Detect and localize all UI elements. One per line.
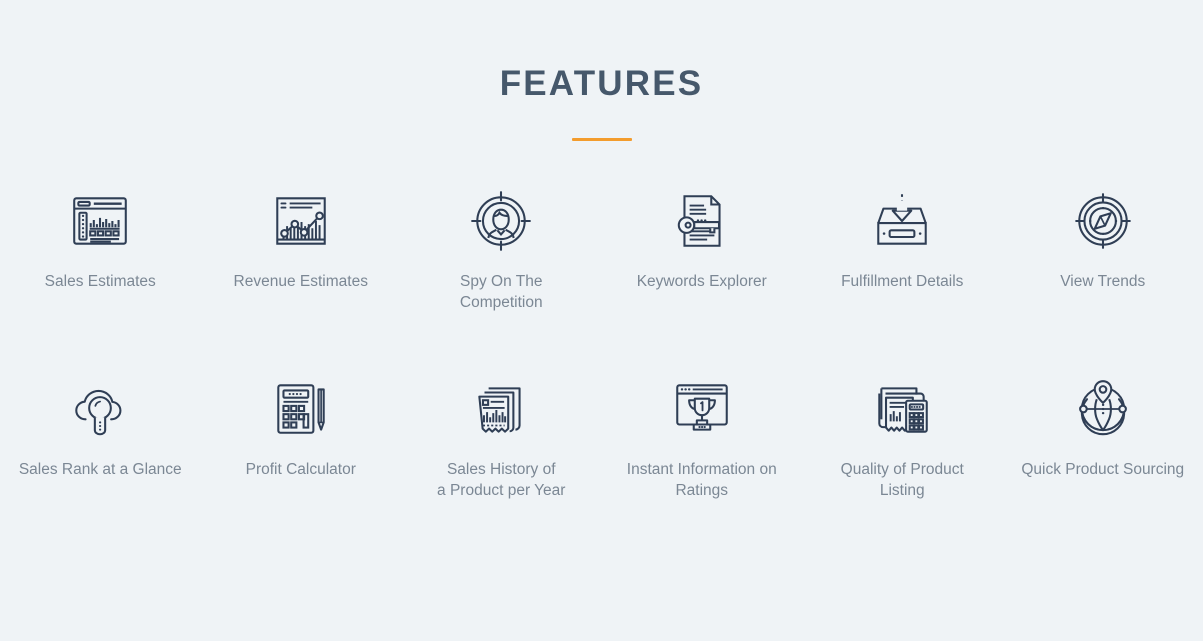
feature-label: Instant Information on Ratings bbox=[626, 461, 777, 499]
feature-item-spy-on-the-competition[interactable]: Spy On The Competition bbox=[401, 185, 602, 313]
feature-item-view-trends[interactable]: View Trends bbox=[1003, 185, 1203, 313]
feature-label: Sales Estimates bbox=[44, 273, 156, 290]
feature-item-sales-history[interactable]: Sales History of a Product per Year bbox=[401, 373, 602, 501]
page-title: FEATURES bbox=[499, 64, 704, 103]
documents-calculator-icon bbox=[869, 373, 935, 445]
person-target-icon bbox=[468, 185, 534, 257]
globe-pin-icon bbox=[1070, 373, 1136, 445]
section-header: FEATURES bbox=[0, 62, 1203, 141]
inbox-arrow-down-icon bbox=[869, 185, 935, 257]
feature-label: Revenue Estimates bbox=[233, 273, 368, 290]
feature-item-sales-estimates[interactable]: Sales Estimates bbox=[0, 185, 201, 313]
feature-item-quality-of-product-listing[interactable]: Quality of Product Listing bbox=[802, 373, 1003, 501]
line-chart-frame-icon bbox=[268, 185, 334, 257]
feature-label: Quality of Product Listing bbox=[840, 461, 964, 499]
document-key-icon bbox=[669, 185, 735, 257]
title-divider bbox=[571, 138, 632, 141]
receipt-chart-icon bbox=[468, 373, 534, 445]
feature-item-sales-rank-at-a-glance[interactable]: Sales Rank at a Glance bbox=[0, 373, 201, 501]
feature-label: Sales History of a Product per Year bbox=[437, 461, 566, 499]
cloud-magnifier-icon bbox=[67, 373, 133, 445]
browser-trophy-icon bbox=[669, 373, 735, 445]
features-grid: Sales Estimates Revenue Estimates Spy On… bbox=[0, 185, 1203, 501]
compass-icon bbox=[1070, 185, 1136, 257]
feature-label: Sales Rank at a Glance bbox=[18, 461, 182, 478]
feature-item-instant-information-on-ratings[interactable]: Instant Information on Ratings bbox=[602, 373, 803, 501]
feature-item-revenue-estimates[interactable]: Revenue Estimates bbox=[201, 185, 402, 313]
features-section: FEATURES Sales Estimates Revenue Estimat… bbox=[0, 0, 1203, 641]
calculator-pencil-icon bbox=[268, 373, 334, 445]
feature-item-quick-product-sourcing[interactable]: Quick Product Sourcing bbox=[1003, 373, 1203, 501]
feature-label: Spy On The Competition bbox=[459, 273, 543, 311]
feature-label: Fulfillment Details bbox=[841, 273, 964, 290]
feature-item-profit-calculator[interactable]: Profit Calculator bbox=[201, 373, 402, 501]
feature-item-fulfillment-details[interactable]: Fulfillment Details bbox=[802, 185, 1003, 313]
browser-bar-chart-icon bbox=[67, 185, 133, 257]
feature-label: Keywords Explorer bbox=[636, 273, 767, 290]
feature-label: Profit Calculator bbox=[245, 461, 356, 478]
feature-label: Quick Product Sourcing bbox=[1021, 461, 1185, 478]
feature-label: View Trends bbox=[1060, 273, 1146, 290]
feature-item-keywords-explorer[interactable]: Keywords Explorer bbox=[602, 185, 803, 313]
